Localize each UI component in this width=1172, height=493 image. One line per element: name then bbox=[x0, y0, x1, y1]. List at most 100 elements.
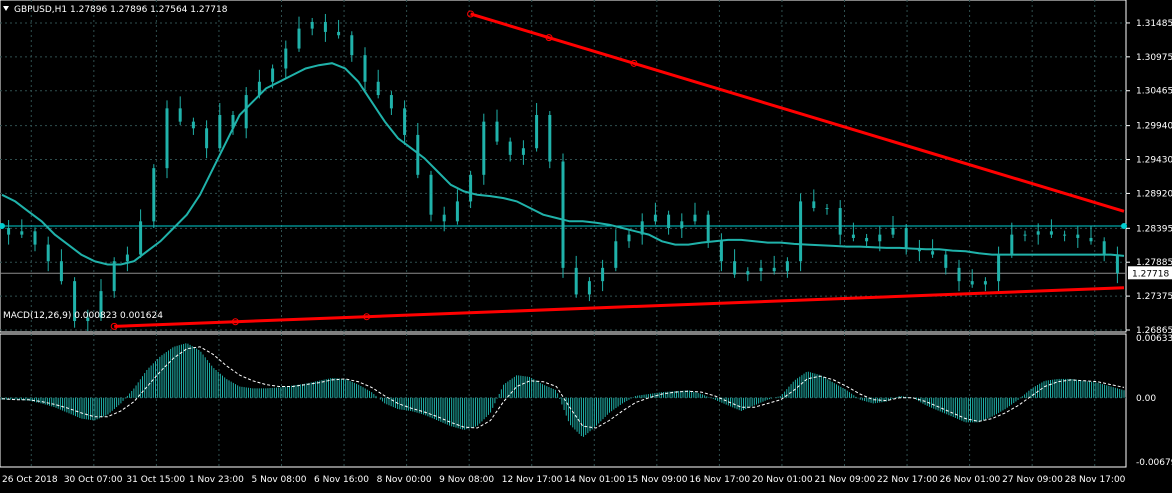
candle-body bbox=[865, 237, 869, 242]
candle-body bbox=[772, 267, 776, 272]
candle-body bbox=[218, 114, 222, 149]
macd-header: MACD(12,26,9) 0.000823 0.001624 bbox=[3, 311, 163, 321]
candle-body bbox=[7, 227, 11, 235]
candle-body bbox=[838, 208, 842, 235]
candle-body bbox=[59, 261, 63, 282]
candle-body bbox=[785, 261, 789, 272]
candle-body bbox=[165, 108, 169, 169]
candle-body bbox=[455, 201, 459, 222]
x-tick-label: 31 Oct 15:00 bbox=[126, 475, 185, 485]
candle-body bbox=[205, 128, 209, 149]
x-tick-label: 6 Nov 16:00 bbox=[314, 475, 369, 485]
current-price-label: 1.27718 bbox=[1132, 269, 1169, 279]
candle-body bbox=[337, 31, 341, 36]
candle-body bbox=[429, 174, 433, 215]
candle-body bbox=[587, 281, 591, 295]
price-panel bbox=[0, 0, 1127, 333]
candle-body bbox=[931, 251, 935, 255]
x-tick-label: 9 Nov 08:00 bbox=[439, 475, 494, 485]
y-tick-label: 1.30975 bbox=[1136, 53, 1172, 63]
candle-body bbox=[759, 267, 763, 272]
candle-body bbox=[46, 244, 50, 262]
candle-body bbox=[521, 148, 525, 155]
candle-body bbox=[323, 21, 327, 32]
x-tick-label: 21 Nov 09:00 bbox=[815, 475, 876, 485]
candle-body bbox=[535, 114, 539, 149]
candle-body bbox=[627, 234, 631, 242]
candle-body bbox=[284, 48, 288, 69]
support-trendline bbox=[114, 286, 1125, 328]
candle-body bbox=[733, 261, 737, 275]
x-tick-label: 5 Nov 08:00 bbox=[252, 475, 307, 485]
y-tick-label: 1.31485 bbox=[1136, 19, 1172, 29]
candle-body bbox=[1089, 237, 1093, 242]
x-tick-label: 20 Nov 01:00 bbox=[752, 475, 813, 485]
x-tick-label: 30 Oct 07:00 bbox=[64, 475, 123, 485]
candle-body bbox=[574, 267, 578, 295]
candle-body bbox=[125, 254, 129, 262]
candle-body bbox=[1076, 234, 1080, 238]
candle-body bbox=[851, 234, 855, 238]
resistance-trendline bbox=[470, 12, 1125, 213]
candle-body bbox=[1010, 234, 1014, 255]
candle-body bbox=[653, 214, 657, 222]
trading-chart-window[interactable]: 26 Oct 2018 30 Oct 07:00 31 Oct 15:00 1 Nov… bbox=[0, 0, 1172, 489]
candle-body bbox=[389, 95, 393, 109]
candle-body bbox=[970, 281, 974, 285]
candle-body bbox=[363, 55, 367, 82]
candle-body bbox=[799, 201, 803, 262]
x-tick-label: 8 Nov 00:00 bbox=[377, 475, 432, 485]
x-tick-label: 22 Nov 17:00 bbox=[877, 475, 938, 485]
candle-body bbox=[614, 241, 618, 268]
macd-panel bbox=[0, 333, 1127, 468]
candle-body bbox=[350, 35, 354, 56]
x-tick-label: 26 Oct 2018 bbox=[2, 475, 58, 485]
candle-body bbox=[112, 261, 116, 292]
symbol-header: GBPUSD,H1 1.27896 1.27896 1.27564 1.2771… bbox=[14, 5, 228, 15]
candle-body bbox=[469, 174, 473, 202]
candle-body bbox=[601, 267, 605, 282]
candle-body bbox=[297, 28, 301, 49]
x-tick-label: 16 Nov 17:00 bbox=[689, 475, 750, 485]
candle-body bbox=[944, 254, 948, 268]
y-tick-label: 1.30465 bbox=[1136, 87, 1172, 97]
y-tick-label: 1.29940 bbox=[1136, 122, 1172, 132]
candle-body bbox=[403, 108, 407, 135]
chart-menu-triangle-icon[interactable] bbox=[3, 6, 9, 11]
candle-body bbox=[482, 121, 486, 175]
candle-body bbox=[178, 108, 182, 122]
candle-body bbox=[680, 221, 684, 228]
candle-body bbox=[983, 281, 987, 285]
candle-body bbox=[191, 121, 195, 129]
candle-body bbox=[891, 227, 895, 235]
candle-body bbox=[561, 161, 565, 268]
x-tick-label: 15 Nov 09:00 bbox=[627, 475, 688, 485]
candle-body bbox=[904, 227, 908, 248]
x-tick-label: 12 Nov 17:00 bbox=[502, 475, 563, 485]
x-tick-label: 1 Nov 23:00 bbox=[189, 475, 244, 485]
candle-body bbox=[746, 271, 750, 275]
candle-body bbox=[878, 234, 882, 242]
candle-body bbox=[1063, 234, 1067, 236]
candle-body bbox=[812, 201, 816, 209]
candle-body bbox=[1102, 241, 1106, 255]
axes: 26 Oct 2018 30 Oct 07:00 31 Oct 15:00 1 Nov… bbox=[2, 19, 1172, 485]
candle-body bbox=[706, 214, 710, 242]
candle-body bbox=[442, 214, 446, 222]
candle-body bbox=[825, 208, 829, 210]
candle-body bbox=[20, 231, 24, 235]
macd-y-tick-label: -0.006798 bbox=[1136, 458, 1172, 468]
y-tick-label: 1.29430 bbox=[1136, 156, 1172, 166]
candle-body bbox=[508, 141, 512, 155]
y-tick-label: 1.28395 bbox=[1136, 224, 1172, 234]
candle-body bbox=[33, 231, 37, 245]
candle-body bbox=[1049, 231, 1053, 235]
macd-y-tick-label: 0.006332 bbox=[1136, 334, 1172, 344]
candle-body bbox=[139, 221, 143, 255]
chart-canvas[interactable]: 26 Oct 2018 30 Oct 07:00 31 Oct 15:00 1 Nov… bbox=[0, 0, 1172, 489]
candle-body bbox=[376, 81, 380, 96]
horizontal-level-handle-left bbox=[0, 222, 5, 229]
candle-body bbox=[667, 214, 671, 228]
candle-body bbox=[1036, 231, 1040, 235]
x-tick-label: 14 Nov 01:00 bbox=[564, 475, 625, 485]
